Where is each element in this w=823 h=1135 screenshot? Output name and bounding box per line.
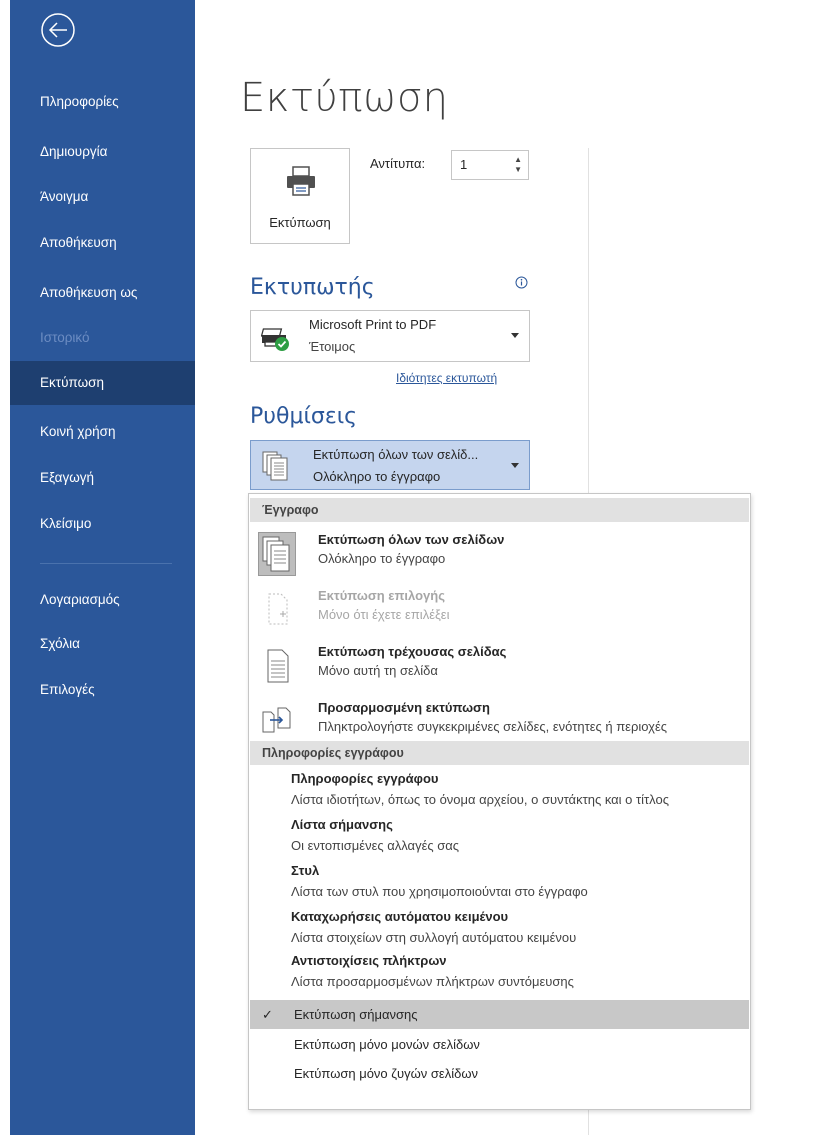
menu-item-title: Καταχωρήσεις αυτόματου κειμένου <box>291 909 509 924</box>
backstage-nav: Πληροφορίες Δημιουργία Άνοιγμα Αποθήκευσ… <box>10 0 195 1135</box>
nav-item-print[interactable]: Εκτύπωση <box>10 361 195 405</box>
menu-item-title: Εκτύπωση όλων των σελίδων <box>318 532 505 547</box>
menu-item-desc: Λίστα προσαρμοσμένων πλήκτρων συντόμευση… <box>291 974 574 989</box>
menu-item-label: Εκτύπωση σήμανσης <box>294 1007 418 1022</box>
menu-item-desc: Λίστα των στυλ που χρησιμοποιούνται στο … <box>291 884 588 899</box>
menu-item-title: Πληροφορίες εγγράφου <box>291 771 439 786</box>
menu-item-desc: Πληκτρολογήστε συγκεκριμένες σελίδες, εν… <box>318 719 668 734</box>
nav-item-export[interactable]: Εξαγωγή <box>10 456 195 500</box>
printer-icon <box>284 163 318 204</box>
nav-divider <box>40 563 172 564</box>
menu-item-odd-pages[interactable]: Εκτύπωση μόνο μονών σελίδων <box>250 1030 749 1059</box>
nav-item-history: Ιστορικό <box>40 330 90 345</box>
menu-item-custom-print[interactable]: Προσαρμοσμένη εκτύπωση Πληκτρολογήστε συ… <box>250 692 749 748</box>
nav-item-info[interactable]: Πληροφορίες <box>10 80 195 124</box>
printer-properties-link[interactable]: Ιδιότητες εκτυπωτή <box>396 371 497 385</box>
page-title: Εκτύπωση <box>240 75 449 121</box>
menu-header-document-info: Πληροφορίες εγγράφου <box>250 741 749 765</box>
menu-item-title: Στυλ <box>291 863 320 878</box>
all-pages-icon <box>261 450 291 487</box>
menu-item-label: Εκτύπωση μόνο ζυγών σελίδων <box>294 1066 478 1081</box>
chevron-down-icon <box>511 333 519 338</box>
menu-item-title: Εκτύπωση επιλογής <box>318 588 445 603</box>
nav-item-open[interactable]: Άνοιγμα <box>10 175 195 219</box>
info-icon[interactable] <box>515 276 528 289</box>
selection-page-icon <box>260 590 294 630</box>
checkmark-icon: ✓ <box>262 1007 273 1022</box>
pages-select-sub: Ολόκληρο το έγγραφο <box>313 469 441 484</box>
stepper-down-icon[interactable]: ▼ <box>514 166 522 174</box>
menu-item-title: Προσαρμοσμένη εκτύπωση <box>318 700 490 715</box>
nav-item-options[interactable]: Επιλογές <box>10 668 195 712</box>
menu-item-markup-list[interactable]: Λίστα σήμανσης Οι εντοπισμένες αλλαγές σ… <box>250 815 749 861</box>
menu-item-even-pages[interactable]: Εκτύπωση μόνο ζυγών σελίδων <box>250 1059 749 1088</box>
back-icon[interactable] <box>40 12 76 48</box>
menu-item-title: Εκτύπωση τρέχουσας σελίδας <box>318 644 507 659</box>
single-page-icon <box>260 646 294 686</box>
pages-dropdown-menu: Έγγραφο Εκτύπωση όλων των σελίδων Ολόκλη… <box>248 493 751 1110</box>
print-button-label: Εκτύπωση <box>269 215 331 230</box>
nav-item-close[interactable]: Κλείσιμο <box>10 502 195 546</box>
nav-item-feedback[interactable]: Σχόλια <box>10 622 195 666</box>
printer-ready-icon <box>260 323 291 358</box>
chevron-down-icon <box>511 463 519 468</box>
nav-item-new[interactable]: Δημιουργία <box>10 130 195 174</box>
menu-item-desc: Μόνο ότι έχετε επιλέξει <box>318 607 450 622</box>
menu-item-styles[interactable]: Στυλ Λίστα των στυλ που χρησιμοποιούνται… <box>250 861 749 907</box>
pages-select-value: Εκτύπωση όλων των σελίδ... <box>313 447 479 462</box>
menu-item-print-markup[interactable]: ✓ Εκτύπωση σήμανσης <box>250 1000 749 1029</box>
menu-item-desc: Λίστα στοιχείων στη συλλογή αυτόματου κε… <box>291 930 577 945</box>
printer-status: Έτοιμος <box>309 339 356 354</box>
menu-item-key-assignments[interactable]: Αντιστοιχίσεις πλήκτρων Λίστα προσαρμοσμ… <box>250 951 749 997</box>
nav-item-account[interactable]: Λογαριασμός <box>10 578 195 622</box>
nav-item-save[interactable]: Αποθήκευση <box>10 221 195 265</box>
menu-item-label: Εκτύπωση μόνο μονών σελίδων <box>294 1037 480 1052</box>
copies-value[interactable]: 1 <box>460 157 467 172</box>
menu-item-title: Αντιστοιχίσεις πλήκτρων <box>291 953 447 968</box>
printer-section-title: Εκτυπωτής <box>250 275 375 300</box>
all-pages-icon <box>258 532 296 576</box>
menu-item-desc: Μόνο αυτή τη σελίδα <box>318 663 438 678</box>
menu-item-title: Λίστα σήμανσης <box>291 817 393 832</box>
menu-item-print-selection: Εκτύπωση επιλογής Μόνο ότι έχετε επιλέξε… <box>250 580 749 636</box>
custom-print-icon <box>260 702 294 742</box>
menu-header-document: Έγγραφο <box>250 498 749 522</box>
menu-item-print-current[interactable]: Εκτύπωση τρέχουσας σελίδας Μόνο αυτή τη … <box>250 636 749 692</box>
pages-select[interactable]: Εκτύπωση όλων των σελίδ... Ολόκληρο το έ… <box>250 440 530 490</box>
stepper-up-icon[interactable]: ▲ <box>514 156 522 164</box>
menu-item-doc-info[interactable]: Πληροφορίες εγγράφου Λίστα ιδιοτήτων, όπ… <box>250 769 749 815</box>
print-button[interactable]: Εκτύπωση <box>250 148 350 244</box>
printer-name: Microsoft Print to PDF <box>309 317 437 332</box>
nav-item-save-as[interactable]: Αποθήκευση ως <box>10 271 195 315</box>
menu-item-desc: Λίστα ιδιοτήτων, όπως το όνομα αρχείου, … <box>291 792 669 807</box>
copies-stepper[interactable]: 1 ▲ ▼ <box>451 150 529 180</box>
nav-item-share[interactable]: Κοινή χρήση <box>10 410 195 454</box>
printer-select[interactable]: Microsoft Print to PDF Έτοιμος <box>250 310 530 362</box>
settings-section-title: Ρυθμίσεις <box>250 404 358 429</box>
menu-item-desc: Οι εντοπισμένες αλλαγές σας <box>291 838 460 853</box>
menu-item-print-all[interactable]: Εκτύπωση όλων των σελίδων Ολόκληρο το έγ… <box>250 524 749 580</box>
menu-item-autotext[interactable]: Καταχωρήσεις αυτόματου κειμένου Λίστα στ… <box>250 907 749 953</box>
menu-item-desc: Ολόκληρο το έγγραφο <box>318 551 446 566</box>
copies-label: Αντίτυπα: <box>370 156 426 171</box>
